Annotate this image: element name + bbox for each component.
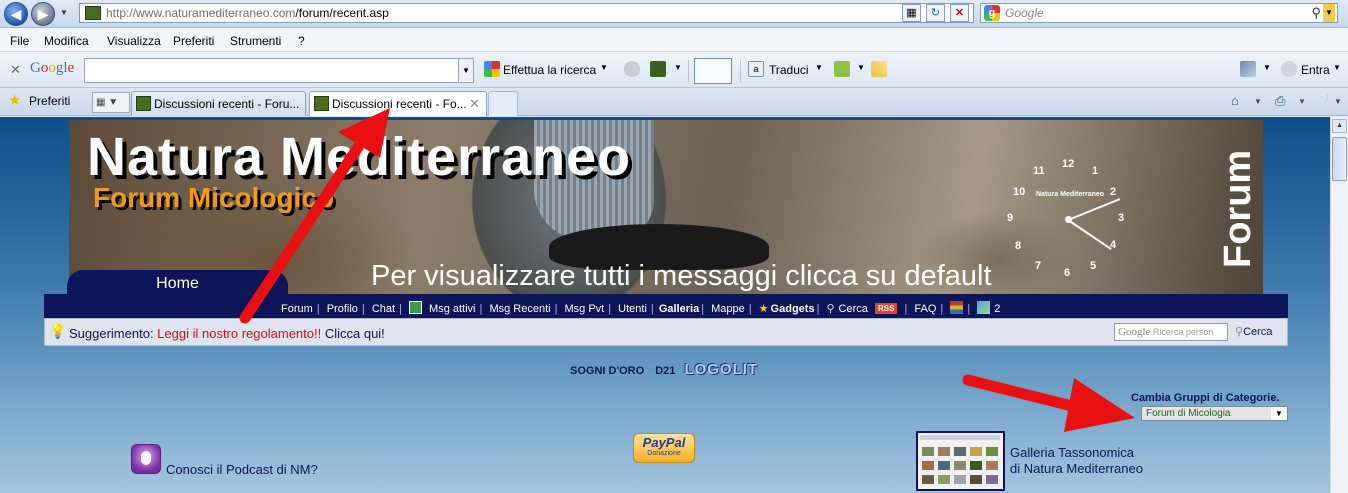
arrow-to-category-select [962, 374, 1135, 432]
scroll-up-icon[interactable]: ▲ [1332, 119, 1347, 133]
annotation-arrows [239, 108, 1135, 432]
scroll-thumb[interactable] [1332, 137, 1347, 181]
vertical-scrollbar[interactable]: ▲ [1330, 117, 1348, 493]
arrow-to-tab [239, 108, 390, 324]
